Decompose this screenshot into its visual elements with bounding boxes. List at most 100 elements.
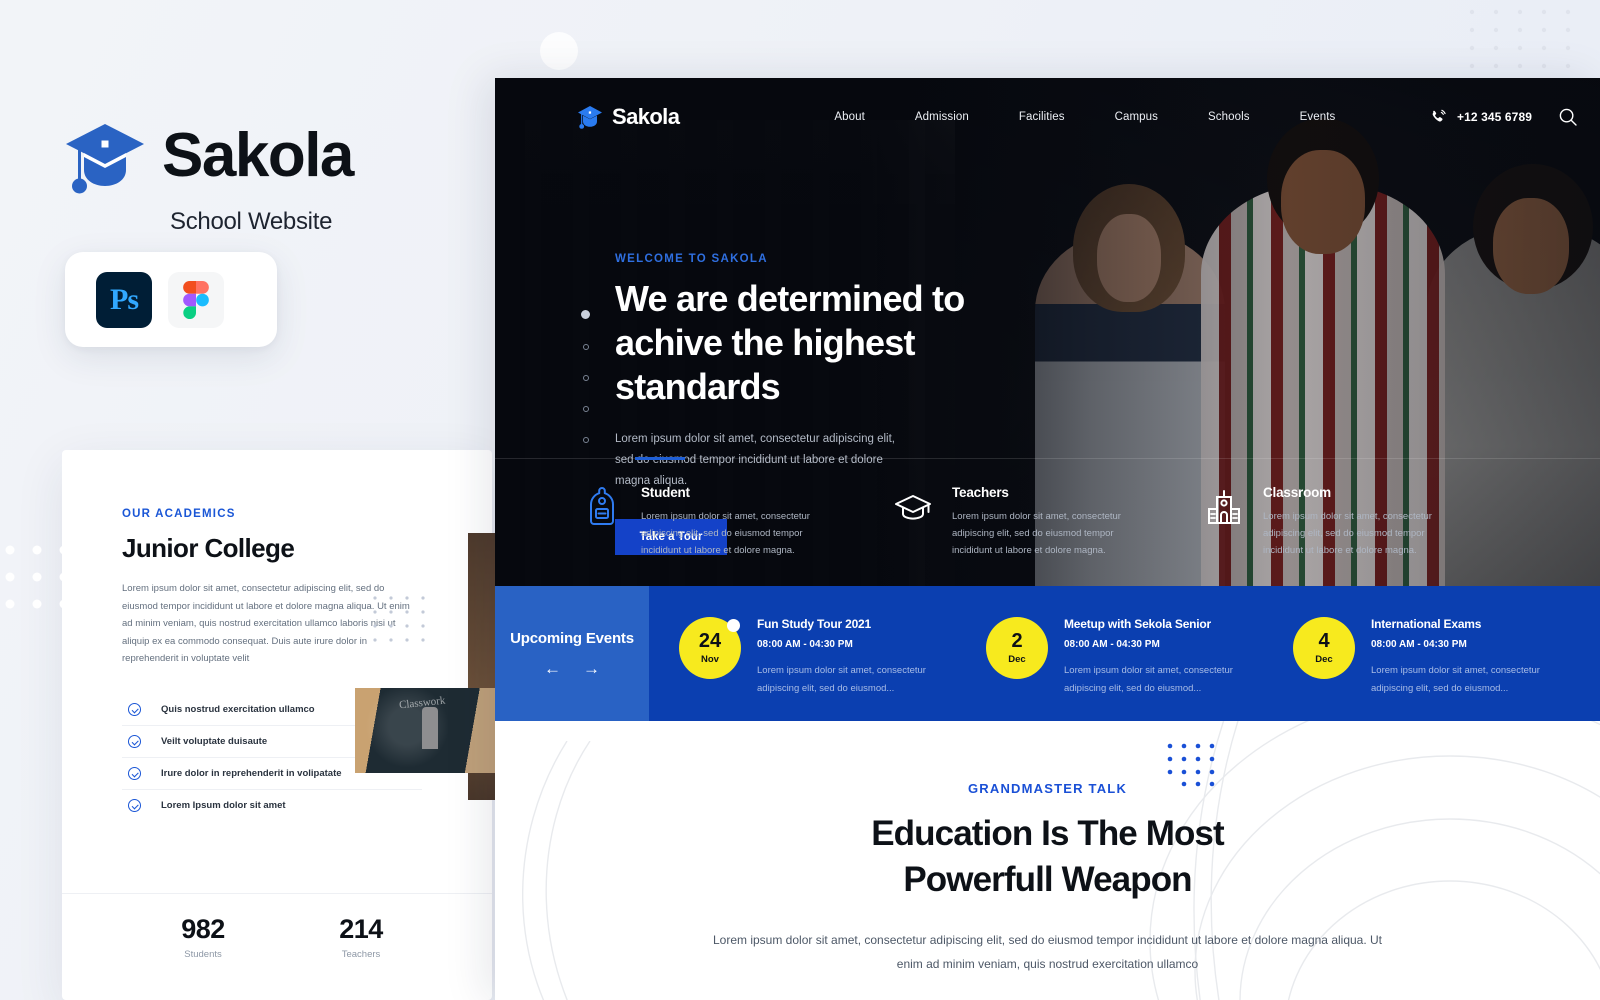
navbar-links: About Admission Facilities Campus School… bbox=[809, 111, 1360, 123]
event-time: 08:00 AM - 04:30 PM bbox=[757, 639, 853, 650]
event-title: International Exams bbox=[1371, 617, 1482, 631]
stat-label: Students bbox=[184, 949, 222, 960]
event-card[interactable]: 4 Dec International Exams 08:00 AM - 04:… bbox=[1293, 586, 1600, 721]
figma-icon bbox=[168, 271, 224, 328]
website-mockup: Sakola About Admission Facilities Campus… bbox=[495, 78, 1600, 1000]
list-item-label: Veilt voluptate duisaute bbox=[161, 735, 268, 747]
brand-title: Sakola bbox=[162, 121, 354, 190]
slider-dot-4[interactable] bbox=[582, 406, 589, 412]
academics-body: Lorem ipsum dolor sit amet, consectetur … bbox=[122, 583, 410, 665]
events-heading-panel: Upcoming Events ← → bbox=[495, 586, 649, 721]
grandmaster-title-line-1: Education Is The Most bbox=[871, 814, 1224, 853]
feature-card-classroom: Classroom Lorem ipsum dolor sit amet, co… bbox=[1203, 459, 1514, 586]
academics-kicker: OUR ACADEMICS bbox=[122, 508, 236, 520]
graduation-cap-logo-icon bbox=[62, 118, 148, 194]
grandmaster-title: Education Is The Most Powerfull Weapon bbox=[495, 811, 1600, 903]
stat-label: Teachers bbox=[341, 949, 381, 960]
site-navbar: Sakola About Admission Facilities Campus… bbox=[495, 78, 1600, 156]
nav-link-schools[interactable]: Schools bbox=[1183, 111, 1275, 123]
list-item: Lorem Ipsum dolor sit amet bbox=[122, 790, 422, 821]
nav-link-facilities[interactable]: Facilities bbox=[994, 111, 1090, 123]
event-description: Lorem ipsum dolor sit amet, consectetur … bbox=[1064, 665, 1233, 694]
nav-link-events[interactable]: Events bbox=[1275, 111, 1361, 123]
stat-teachers: 214 Teachers bbox=[282, 914, 440, 960]
grandmaster-talk-section: GRANDMASTER TALK Education Is The Most P… bbox=[495, 721, 1600, 1000]
navbar-brand-text: Sakola bbox=[612, 104, 680, 129]
grandmaster-kicker: GRANDMASTER TALK bbox=[967, 781, 1128, 796]
backpack-icon bbox=[581, 485, 623, 529]
event-day: 2 bbox=[1011, 630, 1023, 652]
events-prev-arrow[interactable]: ← bbox=[544, 660, 561, 677]
feature-card-student: Student Lorem ipsum dolor sit amet, cons… bbox=[581, 459, 892, 586]
stats-row: 982 Students 214 Teachers bbox=[62, 893, 492, 960]
feature-accent-bar bbox=[635, 457, 685, 460]
check-circle-icon bbox=[128, 798, 141, 812]
brand-lockup: Sakola School Website bbox=[62, 118, 462, 236]
slider-dot-3[interactable] bbox=[582, 375, 589, 381]
grandmaster-content: GRANDMASTER TALK Education Is The Most P… bbox=[495, 781, 1600, 976]
nav-link-admission[interactable]: Admission bbox=[890, 111, 994, 123]
navbar-phone[interactable]: +12 345 6789 bbox=[1430, 109, 1532, 126]
nav-link-about[interactable]: About bbox=[809, 111, 890, 123]
slider-dot-5[interactable] bbox=[582, 437, 589, 443]
event-description: Lorem ipsum dolor sit amet, consectetur … bbox=[1371, 665, 1540, 694]
navbar-phone-number: +12 345 6789 bbox=[1457, 110, 1532, 124]
event-title: Meetup with Sekola Senior bbox=[1064, 617, 1212, 631]
event-card[interactable]: 2 Dec Meetup with Sekola Senior 08:00 AM… bbox=[986, 586, 1293, 721]
stat-value: 214 bbox=[339, 914, 383, 944]
photoshop-icon: Ps bbox=[96, 271, 152, 328]
phone-icon bbox=[1432, 109, 1446, 122]
slider-dot-1[interactable] bbox=[581, 310, 590, 319]
graduation-cap-icon bbox=[577, 105, 603, 129]
slider-dot-2[interactable] bbox=[582, 344, 589, 350]
decorative-dot-grid-gm bbox=[1167, 743, 1215, 787]
check-circle-icon bbox=[128, 734, 141, 748]
feature-description: Lorem ipsum dolor sit amet, consectetur … bbox=[952, 511, 1121, 557]
event-day: 4 bbox=[1318, 630, 1330, 652]
event-title: Fun Study Tour 2021 bbox=[757, 617, 871, 631]
feature-title: Student bbox=[641, 485, 690, 500]
check-circle-icon bbox=[128, 766, 141, 780]
hero-feature-strip: Student Lorem ipsum dolor sit amet, cons… bbox=[495, 457, 1600, 586]
decorative-dot-grid-top bbox=[1469, 9, 1571, 69]
navbar-logo[interactable]: Sakola bbox=[577, 104, 680, 130]
events-heading: Upcoming Events bbox=[510, 630, 634, 647]
event-time: 08:00 AM - 04:30 PM bbox=[1064, 639, 1160, 650]
event-description: Lorem ipsum dolor sit amet, consectetur … bbox=[757, 665, 926, 694]
stat-value: 982 bbox=[181, 914, 225, 944]
tools-badge-card: Ps bbox=[65, 252, 277, 347]
hero-title: We are determined to achive the highest … bbox=[615, 278, 965, 407]
event-date-badge: 24 Nov bbox=[679, 617, 741, 679]
feature-description: Lorem ipsum dolor sit amet, consectetur … bbox=[1263, 511, 1432, 557]
events-nav-arrows: ← → bbox=[544, 660, 600, 677]
check-circle-icon bbox=[128, 702, 141, 716]
event-date-badge: 4 Dec bbox=[1293, 617, 1355, 679]
upcoming-events-bar: Upcoming Events ← → 24 Nov Fun Study Tou… bbox=[495, 586, 1600, 721]
presentation-panel: Sakola School Website Ps OUR ACADEMICS J… bbox=[0, 0, 1571, 1000]
nav-link-campus[interactable]: Campus bbox=[1090, 111, 1183, 123]
hero-section: Sakola About Admission Facilities Campus… bbox=[495, 78, 1600, 586]
feature-title: Classroom bbox=[1263, 485, 1331, 500]
feature-card-teachers: Teachers Lorem ipsum dolor sit amet, con… bbox=[892, 459, 1203, 586]
event-month: Nov bbox=[701, 654, 719, 665]
events-list: 24 Nov Fun Study Tour 2021 08:00 AM - 04… bbox=[649, 586, 1600, 721]
event-month: Dec bbox=[1008, 654, 1026, 665]
event-time: 08:00 AM - 04:30 PM bbox=[1371, 639, 1467, 650]
events-next-arrow[interactable]: → bbox=[583, 660, 600, 677]
event-card[interactable]: 24 Nov Fun Study Tour 2021 08:00 AM - 04… bbox=[679, 586, 986, 721]
event-day: 24 bbox=[698, 630, 722, 652]
classroom-photo bbox=[355, 688, 500, 773]
decorative-circle bbox=[540, 32, 578, 70]
event-month: Dec bbox=[1315, 654, 1333, 665]
search-icon[interactable] bbox=[1558, 107, 1578, 127]
event-badge-dot-icon bbox=[727, 619, 740, 632]
feature-title: Teachers bbox=[952, 485, 1009, 500]
stat-students: 982 Students bbox=[124, 914, 282, 960]
academics-title: Junior College bbox=[122, 533, 295, 563]
graduation-cap-icon bbox=[892, 485, 934, 529]
event-date-badge: 2 Dec bbox=[986, 617, 1048, 679]
feature-description: Lorem ipsum dolor sit amet, consectetur … bbox=[641, 511, 810, 557]
brand-subtitle: School Website bbox=[170, 208, 333, 235]
grandmaster-description: Lorem ipsum dolor sit amet, consectetur … bbox=[712, 933, 1383, 971]
hero-slider-dots bbox=[581, 310, 590, 443]
